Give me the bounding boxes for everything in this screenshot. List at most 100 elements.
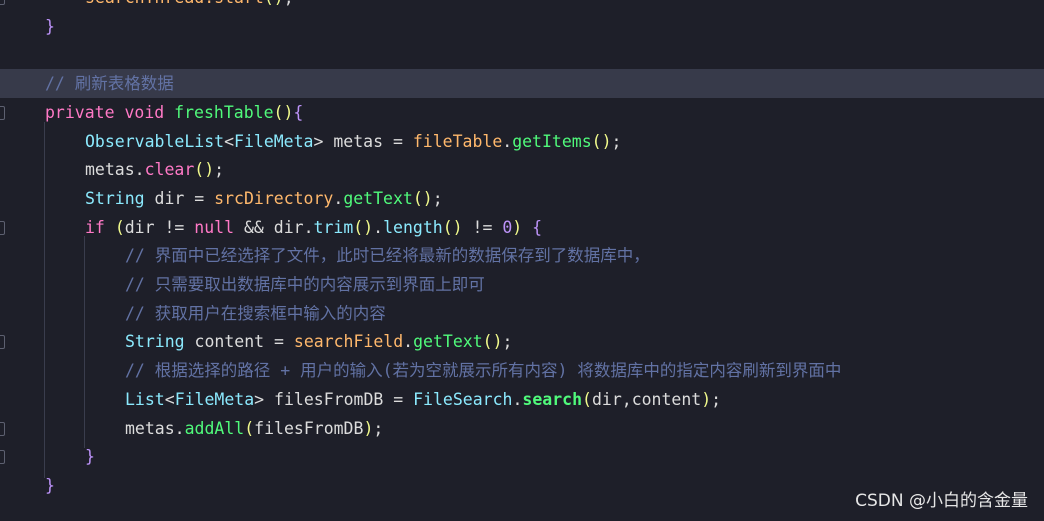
code-token: () [353,217,374,237]
code-line[interactable]: ObservableList<FileMeta> metas = fileTab… [0,127,1044,156]
code-token: getText [343,188,413,208]
fold-marker-icon[interactable] [0,0,5,5]
code-line[interactable]: // 根据选择的路径 + 用户的输入(若为空就展示所有内容) 将数据库中的指定内… [0,356,1044,385]
code-token: List [125,389,165,409]
code-token: length [383,217,443,237]
code-token: getItems [512,131,592,151]
code-token: != [462,217,503,237]
code-token: content = [184,332,294,352]
code-line[interactable]: String dir = srcDirectory.getText(); [0,184,1044,213]
code-line-content: } [45,12,55,41]
code-line[interactable]: if (dir != null && dir.trim().length() !… [0,213,1044,242]
code-line[interactable]: private void freshTable(){ [0,98,1044,127]
code-token: dir = [144,188,215,208]
code-line-content: private void freshTable(){ [45,98,303,127]
code-line-content: String dir = srcDirectory.getText(); [85,184,443,213]
code-token: getText [413,332,483,352]
code-token: () [482,332,503,352]
code-token: // 只需要取出数据库中的内容展示到界面上即可 [125,275,485,294]
code-token: // 界面中已经选择了文件，此时已经将最新的数据保存到了数据库中， [125,246,650,266]
code-token: ; [373,418,384,438]
code-line[interactable]: searchThread.start(); [0,0,1044,12]
code-token: . [373,217,384,237]
code-line[interactable]: } [0,12,1044,41]
code-line-content: ObservableList<FileMeta> metas = fileTab… [85,127,621,156]
code-line[interactable]: // 只需要取出数据库中的内容展示到界面上即可 [0,270,1044,299]
code-token: { [293,102,304,122]
code-token: searchThread.start [85,0,264,7]
code-token: } [45,475,55,495]
code-token: private [45,102,115,122]
code-line[interactable]: } [0,442,1044,471]
code-line[interactable]: // 刷新表格数据 [0,69,1044,99]
code-token: ) [363,418,374,438]
code-token: < [164,389,175,409]
code-line[interactable]: metas.clear(); [0,155,1044,184]
code-token: trim [313,217,354,237]
code-token: void [124,102,165,122]
code-token: // 刷新表格数据 [45,74,174,94]
code-editor[interactable]: searchThread.start();}// 刷新表格数据private v… [0,0,1044,521]
watermark: CSDN @小白的含金量 [855,491,1028,511]
code-token: String [85,188,145,208]
code-token: () [273,102,294,122]
code-line-content: // 界面中已经选择了文件，此时已经将最新的数据保存到了数据库中， [125,241,650,270]
code-token: ; [611,131,622,151]
code-line-content: searchThread.start(); [85,0,294,12]
code-line-content: // 只需要取出数据库中的内容展示到界面上即可 [125,270,485,299]
code-token: ( [244,418,255,438]
code-line[interactable]: String content = searchField.getText(); [0,327,1044,356]
code-token: } [45,16,55,36]
code-line-content: // 获取用户在搜索框中输入的内容 [125,299,386,328]
code-token: clear [144,160,195,180]
code-token: < [224,131,235,151]
fold-marker-icon[interactable] [0,335,5,350]
code-token: ( [582,389,592,409]
code-token: searchField [293,332,404,352]
code-token: () [264,0,284,7]
code-token: > filesFromDB = [254,389,414,409]
code-token: filesFromDB [254,418,364,438]
code-token: search [522,389,583,409]
code-token: // 根据选择的路径 + 用户的输入(若为空就展示所有内容) 将数据库中的指定内… [125,361,842,381]
code-token: fileTable [412,131,503,151]
code-token: metas. [85,160,145,180]
code-token: String [125,332,185,352]
code-line[interactable]: // 获取用户在搜索框中输入的内容 [0,299,1044,328]
code-line[interactable]: List<FileMeta> filesFromDB = FileSearch.… [0,385,1044,414]
code-token: () [412,188,433,208]
code-token: > metas = [313,131,413,151]
code-token: ; [214,160,225,180]
code-token: } [85,447,95,467]
code-token: () [442,217,463,237]
code-token: FileMeta [174,389,255,409]
fold-marker-icon[interactable] [0,450,5,465]
code-token: metas. [125,418,185,438]
code-line[interactable] [0,40,1044,69]
code-line-content: } [45,471,55,500]
code-line[interactable]: metas.addAll(filesFromDB); [0,414,1044,443]
code-token: freshTable [174,102,274,122]
code-line-content: String content = searchField.getText(); [125,327,512,356]
fold-marker-icon[interactable] [0,421,5,436]
fold-marker-icon[interactable] [0,220,5,235]
code-token: { [532,217,543,237]
code-token: ( [114,217,125,237]
code-line[interactable]: // 界面中已经选择了文件，此时已经将最新的数据保存到了数据库中， [0,241,1044,270]
code-line-content: if (dir != null && dir.trim().length() !… [85,213,542,242]
code-token: // 获取用户在搜索框中输入的内容 [125,303,386,323]
code-token: ; [432,188,443,208]
code-token: FileMeta [234,131,314,151]
code-token: null [194,217,235,237]
code-line-content: // 根据选择的路径 + 用户的输入(若为空就展示所有内容) 将数据库中的指定内… [125,356,841,385]
code-token: . [333,188,344,208]
code-token: srcDirectory [214,188,334,208]
code-line-content: metas.clear(); [85,155,224,184]
code-token: ) [701,389,712,409]
code-token: () [194,160,215,180]
fold-marker-icon[interactable] [0,105,5,120]
